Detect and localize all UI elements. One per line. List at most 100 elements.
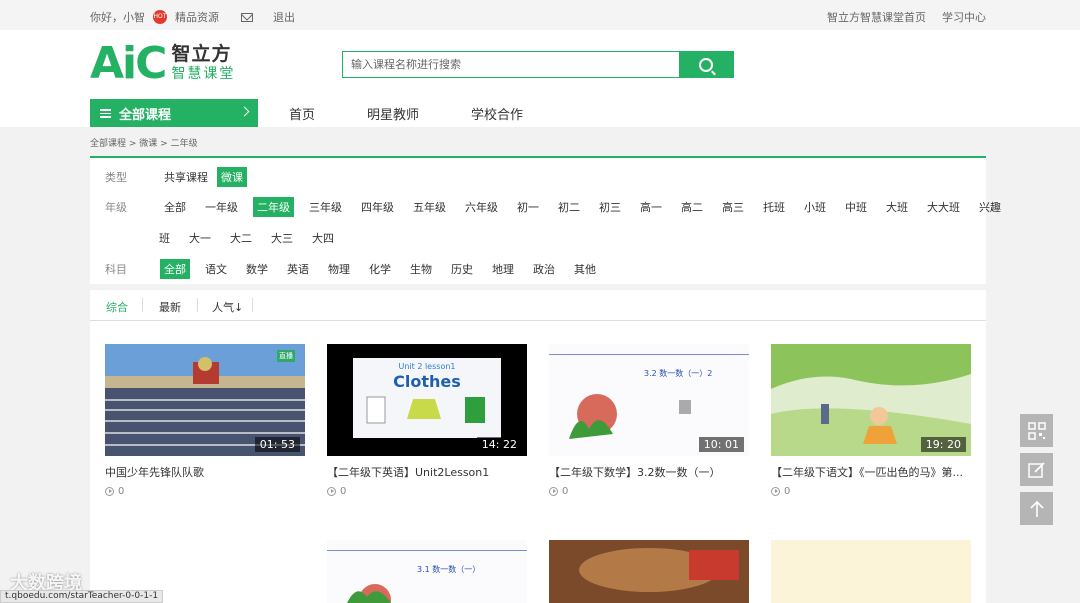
back-to-top-button[interactable] (1020, 492, 1053, 525)
filter-option[interactable]: 兴趣 (975, 197, 1005, 217)
course-title[interactable]: 【二年级下语文】《一匹出色的马》第... (771, 464, 971, 480)
duration-badge: 14: 22 (476, 437, 522, 452)
filter-option[interactable]: 政治 (529, 259, 559, 279)
course-thumbnail[interactable]: Unit 2 lesson1 Clothes 14: 22 (327, 344, 527, 456)
course-thumbnail[interactable] (771, 540, 971, 603)
course-card[interactable] (771, 540, 971, 603)
filter-option[interactable]: 语文 (201, 259, 231, 279)
filter-option[interactable]: 物理 (324, 259, 354, 279)
view-count: 0 (118, 486, 125, 497)
search-icon (699, 57, 713, 72)
filter-option[interactable]: 四年级 (357, 197, 398, 217)
sort-tab-latest[interactable]: 最新 (159, 299, 181, 315)
filter-option[interactable]: 大一 (185, 228, 215, 248)
filter-option[interactable]: 高二 (677, 197, 707, 217)
logo[interactable]: AiC 智立方 智慧课堂 (90, 42, 235, 86)
top-bar: 你好，小智 HOT 精品资源 退出 智立方智慧课堂首页 学习中心 (0, 0, 1080, 30)
feedback-button[interactable] (1020, 453, 1053, 486)
course-card[interactable]: Unit 2 lesson1 Clothes 14: 22 【二年级下英语】Un… (327, 344, 527, 497)
course-card[interactable]: 19: 20 【二年级下语文】《一匹出色的马》第... 0 (771, 344, 971, 497)
filter-option-selected[interactable]: 全部 (160, 259, 190, 279)
filter-option[interactable]: 地理 (488, 259, 518, 279)
course-thumbnail[interactable] (549, 540, 749, 603)
course-title[interactable]: 【二年级下英语】Unit2Lesson1 (327, 464, 527, 480)
mail-icon[interactable] (241, 12, 253, 22)
course-thumbnail[interactable]: 3.1 数一数（一） (327, 540, 527, 603)
filter-option[interactable]: 数学 (242, 259, 272, 279)
filter-option[interactable]: 历史 (447, 259, 477, 279)
logout-link[interactable]: 退出 (273, 9, 295, 25)
breadcrumb: 全部课程 > 微课 > 二年级 (90, 139, 198, 149)
breadcrumb-item[interactable]: 微课 (139, 139, 157, 149)
home-link[interactable]: 智立方智慧课堂首页 (827, 9, 926, 25)
search-input[interactable] (343, 52, 679, 77)
lesson-word: Clothes (393, 372, 461, 391)
duration-badge: 19: 20 (920, 437, 966, 452)
course-thumbnail[interactable]: 3.2 数一数（一）2 10: 01 (549, 344, 749, 456)
filter-option[interactable]: 高一 (636, 197, 666, 217)
filter-option[interactable]: 六年级 (461, 197, 502, 217)
filter-option[interactable]: 初一 (513, 197, 543, 217)
sort-bar: 综合 最新 人气↓ (90, 290, 986, 324)
play-count-icon (549, 487, 558, 496)
all-courses-menu[interactable]: 全部课程 (90, 99, 258, 127)
course-thumbnail[interactable]: 直播 01: 53 (105, 344, 305, 456)
filter-option-selected[interactable]: 微课 (217, 167, 247, 187)
filter-option[interactable]: 初三 (595, 197, 625, 217)
status-url: t.qboedu.com/starTeacher-0-0-1-1 (0, 590, 164, 603)
main-nav: 首页 明星教师 学校合作 (289, 104, 575, 123)
filter-option-selected[interactable]: 二年级 (253, 197, 294, 217)
filter-option[interactable]: 其他 (570, 259, 600, 279)
breadcrumb-item[interactable]: 全部课程 (90, 139, 126, 149)
filter-label-grade: 年级 (105, 201, 127, 214)
greeting: 你好，小智 (90, 11, 145, 24)
course-card[interactable]: 直播 01: 53 中国少年先锋队队歌 0 (105, 344, 305, 497)
nav-school-cooperation[interactable]: 学校合作 (471, 104, 523, 123)
filter-option[interactable]: 三年级 (305, 197, 346, 217)
view-count: 0 (784, 486, 791, 497)
course-card[interactable] (549, 540, 749, 603)
filter-option[interactable]: 全部 (160, 197, 190, 217)
lesson-label: Unit 2 lesson1 (398, 362, 456, 371)
qrcode-button[interactable] (1020, 414, 1053, 447)
all-courses-label: 全部课程 (119, 107, 172, 123)
view-count: 0 (562, 486, 569, 497)
divider (252, 298, 253, 312)
filter-option[interactable]: 共享课程 (160, 167, 212, 187)
filter-option[interactable]: 小班 (800, 197, 830, 217)
filter-option[interactable]: 中班 (841, 197, 871, 217)
filter-option[interactable]: 一年级 (201, 197, 242, 217)
sort-tab-popularity[interactable]: 人气↓ (212, 299, 243, 315)
filter-option[interactable]: 托班 (759, 197, 789, 217)
filter-option[interactable]: 大班 (882, 197, 912, 217)
filter-option[interactable]: 大二 (226, 228, 256, 248)
filter-option[interactable]: 英语 (283, 259, 313, 279)
filter-option[interactable]: 大四 (308, 228, 338, 248)
filter-option[interactable]: 班 (155, 228, 174, 248)
filter-option[interactable]: 五年级 (409, 197, 450, 217)
filter-option[interactable]: 化学 (365, 259, 395, 279)
nav-star-teachers[interactable]: 明星教师 (367, 104, 419, 123)
course-thumbnail[interactable]: 19: 20 (771, 344, 971, 456)
search-button[interactable] (679, 52, 733, 77)
filter-option[interactable]: 大大班 (923, 197, 964, 217)
search-box (342, 51, 734, 78)
logo-name-bottom: 智慧课堂 (171, 66, 236, 82)
edit-icon (1027, 461, 1045, 478)
play-count-icon (327, 487, 336, 496)
course-card[interactable]: 3.1 数一数（一） (327, 540, 527, 603)
divider (197, 298, 198, 312)
study-center-link[interactable]: 学习中心 (942, 9, 986, 25)
filter-option[interactable]: 大三 (267, 228, 297, 248)
list-icon (100, 108, 111, 118)
course-title[interactable]: 【二年级下数学】3.2数一数（一） (549, 464, 749, 480)
course-title[interactable]: 中国少年先锋队队歌 (105, 464, 305, 480)
filter-option[interactable]: 初二 (554, 197, 584, 217)
filter-option[interactable]: 生物 (406, 259, 436, 279)
duration-badge: 10: 01 (698, 437, 744, 452)
filter-option[interactable]: 高三 (718, 197, 748, 217)
course-card[interactable]: 3.2 数一数（一）2 10: 01 【二年级下数学】3.2数一数（一） 0 (549, 344, 749, 497)
divider (142, 298, 143, 312)
nav-home[interactable]: 首页 (289, 104, 315, 123)
premium-link[interactable]: 精品资源 (175, 9, 219, 25)
